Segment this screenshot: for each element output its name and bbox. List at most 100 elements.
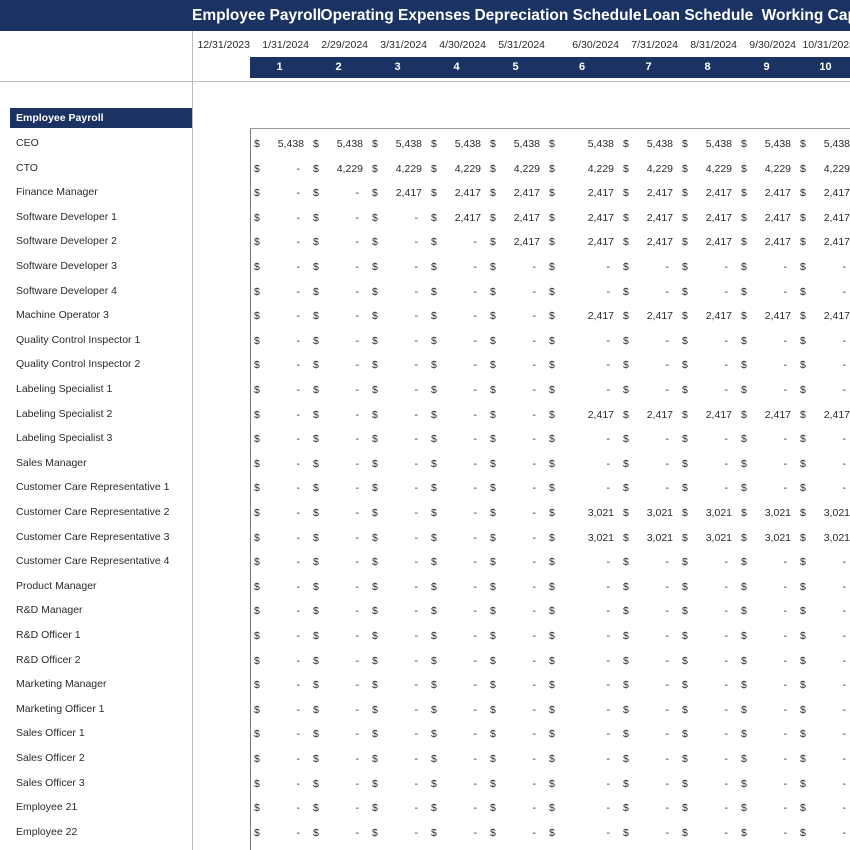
row-label[interactable]: Labeling Specialist 1 (16, 381, 112, 397)
table-cell[interactable]: $2,417 (549, 185, 614, 201)
table-cell[interactable]: $- (254, 505, 304, 521)
table-cell[interactable]: $- (372, 357, 422, 373)
table-cell[interactable]: $- (623, 677, 673, 693)
table-cell[interactable]: $2,417 (623, 308, 673, 324)
table-cell[interactable]: $- (313, 480, 363, 496)
table-cell[interactable]: $- (623, 284, 673, 300)
table-cell[interactable]: $2,417 (800, 185, 850, 201)
table-cell[interactable]: $- (313, 234, 363, 250)
table-cell[interactable]: $- (372, 825, 422, 841)
table-cell[interactable]: $- (372, 210, 422, 226)
table-cell[interactable]: $- (254, 210, 304, 226)
table-cell[interactable]: $- (431, 407, 481, 423)
table-cell[interactable]: $- (254, 776, 304, 792)
table-cell[interactable]: $3,021 (549, 530, 614, 546)
table-cell[interactable]: $2,417 (623, 407, 673, 423)
table-cell[interactable]: $- (800, 259, 850, 275)
table-cell[interactable]: $2,417 (490, 210, 540, 226)
table-cell[interactable]: $- (490, 259, 540, 275)
table-cell[interactable]: $- (490, 554, 540, 570)
table-cell[interactable]: $- (372, 480, 422, 496)
table-cell[interactable]: $4,229 (490, 161, 540, 177)
table-cell[interactable]: $3,021 (800, 530, 850, 546)
table-cell[interactable]: $- (800, 554, 850, 570)
table-cell[interactable]: $- (490, 431, 540, 447)
table-cell[interactable]: $4,229 (682, 161, 732, 177)
table-cell[interactable]: $- (490, 357, 540, 373)
table-cell[interactable]: $- (254, 702, 304, 718)
table-cell[interactable]: $- (372, 234, 422, 250)
table-cell[interactable]: $2,417 (800, 234, 850, 250)
table-cell[interactable]: $- (549, 653, 614, 669)
table-cell[interactable]: $- (549, 456, 614, 472)
table-cell[interactable]: $- (623, 603, 673, 619)
table-cell[interactable]: $- (313, 308, 363, 324)
table-cell[interactable]: $- (313, 677, 363, 693)
row-label[interactable]: R&D Officer 2 (16, 652, 81, 668)
row-label[interactable]: Quality Control Inspector 1 (16, 332, 140, 348)
table-cell[interactable]: $- (431, 653, 481, 669)
table-cell[interactable]: $3,021 (682, 530, 732, 546)
table-cell[interactable]: $- (254, 234, 304, 250)
table-cell[interactable]: $- (741, 726, 791, 742)
table-cell[interactable]: $- (313, 185, 363, 201)
table-cell[interactable]: $2,417 (741, 308, 791, 324)
table-cell[interactable]: $4,229 (623, 161, 673, 177)
table-cell[interactable]: $- (372, 579, 422, 595)
table-cell[interactable]: $- (431, 333, 481, 349)
table-cell[interactable]: $- (431, 603, 481, 619)
table-cell[interactable]: $- (800, 284, 850, 300)
table-cell[interactable]: $- (431, 382, 481, 398)
table-cell[interactable]: $- (800, 726, 850, 742)
table-cell[interactable]: $5,438 (800, 136, 850, 152)
table-cell[interactable]: $- (549, 677, 614, 693)
row-label[interactable]: R&D Manager (16, 602, 83, 618)
table-cell[interactable]: $2,417 (741, 210, 791, 226)
table-cell[interactable]: $- (254, 480, 304, 496)
table-cell[interactable]: $- (800, 751, 850, 767)
table-cell[interactable]: $- (623, 751, 673, 767)
table-cell[interactable]: $- (682, 628, 732, 644)
table-cell[interactable]: $- (431, 357, 481, 373)
table-cell[interactable]: $- (741, 456, 791, 472)
table-cell[interactable]: $- (623, 554, 673, 570)
table-cell[interactable]: $- (800, 333, 850, 349)
table-cell[interactable]: $- (623, 431, 673, 447)
table-cell[interactable]: $- (682, 333, 732, 349)
table-cell[interactable]: $- (741, 628, 791, 644)
row-label[interactable]: CTO (16, 160, 38, 176)
table-cell[interactable]: $- (254, 751, 304, 767)
table-cell[interactable]: $- (372, 431, 422, 447)
row-label[interactable]: Customer Care Representative 1 (16, 479, 170, 495)
table-cell[interactable]: $- (682, 653, 732, 669)
table-cell[interactable]: $- (490, 628, 540, 644)
table-cell[interactable]: $- (372, 776, 422, 792)
table-cell[interactable]: $2,417 (800, 308, 850, 324)
table-cell[interactable]: $4,229 (372, 161, 422, 177)
table-cell[interactable]: $- (372, 308, 422, 324)
table-cell[interactable]: $- (741, 677, 791, 693)
table-cell[interactable]: $2,417 (623, 234, 673, 250)
table-cell[interactable]: $- (372, 554, 422, 570)
table-cell[interactable]: $- (431, 825, 481, 841)
table-cell[interactable]: $- (313, 825, 363, 841)
table-cell[interactable]: $- (623, 776, 673, 792)
row-label[interactable]: Labeling Specialist 2 (16, 406, 112, 422)
table-cell[interactable]: $- (623, 259, 673, 275)
table-cell[interactable]: $- (549, 333, 614, 349)
table-cell[interactable]: $- (549, 579, 614, 595)
table-cell[interactable]: $- (431, 505, 481, 521)
table-cell[interactable]: $- (372, 259, 422, 275)
table-cell[interactable]: $- (313, 259, 363, 275)
table-cell[interactable]: $- (682, 726, 732, 742)
table-cell[interactable]: $- (313, 726, 363, 742)
table-cell[interactable]: $- (623, 726, 673, 742)
table-cell[interactable]: $3,021 (800, 505, 850, 521)
table-cell[interactable]: $2,417 (741, 185, 791, 201)
table-cell[interactable]: $- (490, 284, 540, 300)
table-cell[interactable]: $2,417 (549, 234, 614, 250)
table-cell[interactable]: $- (549, 825, 614, 841)
table-cell[interactable]: $- (741, 554, 791, 570)
table-cell[interactable]: $- (372, 603, 422, 619)
row-label[interactable]: CEO (16, 135, 39, 151)
